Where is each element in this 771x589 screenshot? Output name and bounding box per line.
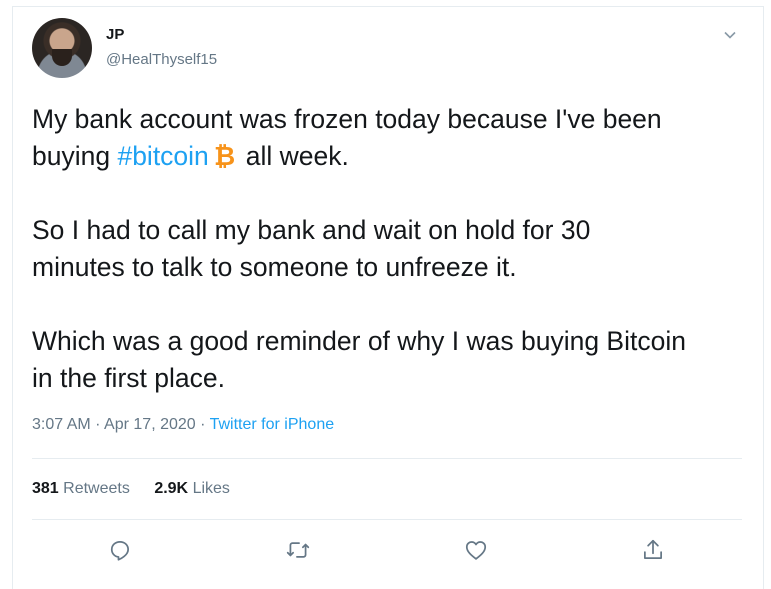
retweets-count: 381 — [32, 480, 59, 497]
reply-icon[interactable] — [107, 537, 133, 563]
likes-label: Likes — [192, 480, 230, 497]
tweet-card — [12, 6, 764, 589]
tweet-source-link[interactable]: Twitter for iPhone — [210, 416, 335, 433]
likes-count: 2.9K — [154, 480, 189, 497]
meta-separator: · — [90, 416, 105, 433]
user-handle[interactable]: @HealThyself15 — [106, 51, 217, 68]
tweet-date[interactable]: Apr 17, 2020 — [104, 416, 196, 433]
heart-icon[interactable] — [463, 537, 489, 563]
tweet-text-line-1: My bank account was frozen today because… — [32, 104, 662, 134]
likes-stat[interactable]: 2.9K Likes — [154, 480, 230, 497]
hashtag-link[interactable]: #bitcoin — [117, 141, 208, 171]
user-name[interactable]: JP — [106, 26, 124, 43]
tweet-stats: 381 Retweets 2.9K Likes — [32, 480, 250, 498]
svg-text:₿: ₿ — [214, 142, 235, 169]
retweets-stat[interactable]: 381 Retweets — [32, 480, 130, 497]
share-icon[interactable] — [640, 537, 666, 563]
tweet-text-segment: all week. — [245, 141, 349, 171]
tweet-text-line-2: buying #bitcoin ₿ all week. — [32, 138, 757, 175]
tweet-text-line-5: Which was a good reminder of why I was b… — [32, 326, 686, 356]
tweet-text-line-3: So I had to call my bank and wait on hol… — [32, 215, 591, 245]
retweet-icon[interactable] — [285, 537, 311, 563]
avatar[interactable] — [32, 18, 92, 78]
meta-separator: · — [195, 416, 210, 433]
tweet-text-segment: buying — [32, 141, 118, 171]
tweet-time[interactable]: 3:07 AM — [32, 416, 91, 433]
tweet-meta: 3:07 AM · Apr 17, 2020 · Twitter for iPh… — [32, 416, 334, 434]
retweets-label: Retweets — [63, 480, 130, 497]
bitcoin-icon: ₿ — [212, 141, 238, 172]
divider — [32, 458, 742, 459]
tweet-text-line-4: minutes to talk to someone to unfreeze i… — [32, 252, 517, 282]
divider — [32, 519, 742, 520]
tweet-text-line-6: in the first place. — [32, 363, 225, 393]
chevron-down-icon[interactable] — [723, 28, 737, 42]
